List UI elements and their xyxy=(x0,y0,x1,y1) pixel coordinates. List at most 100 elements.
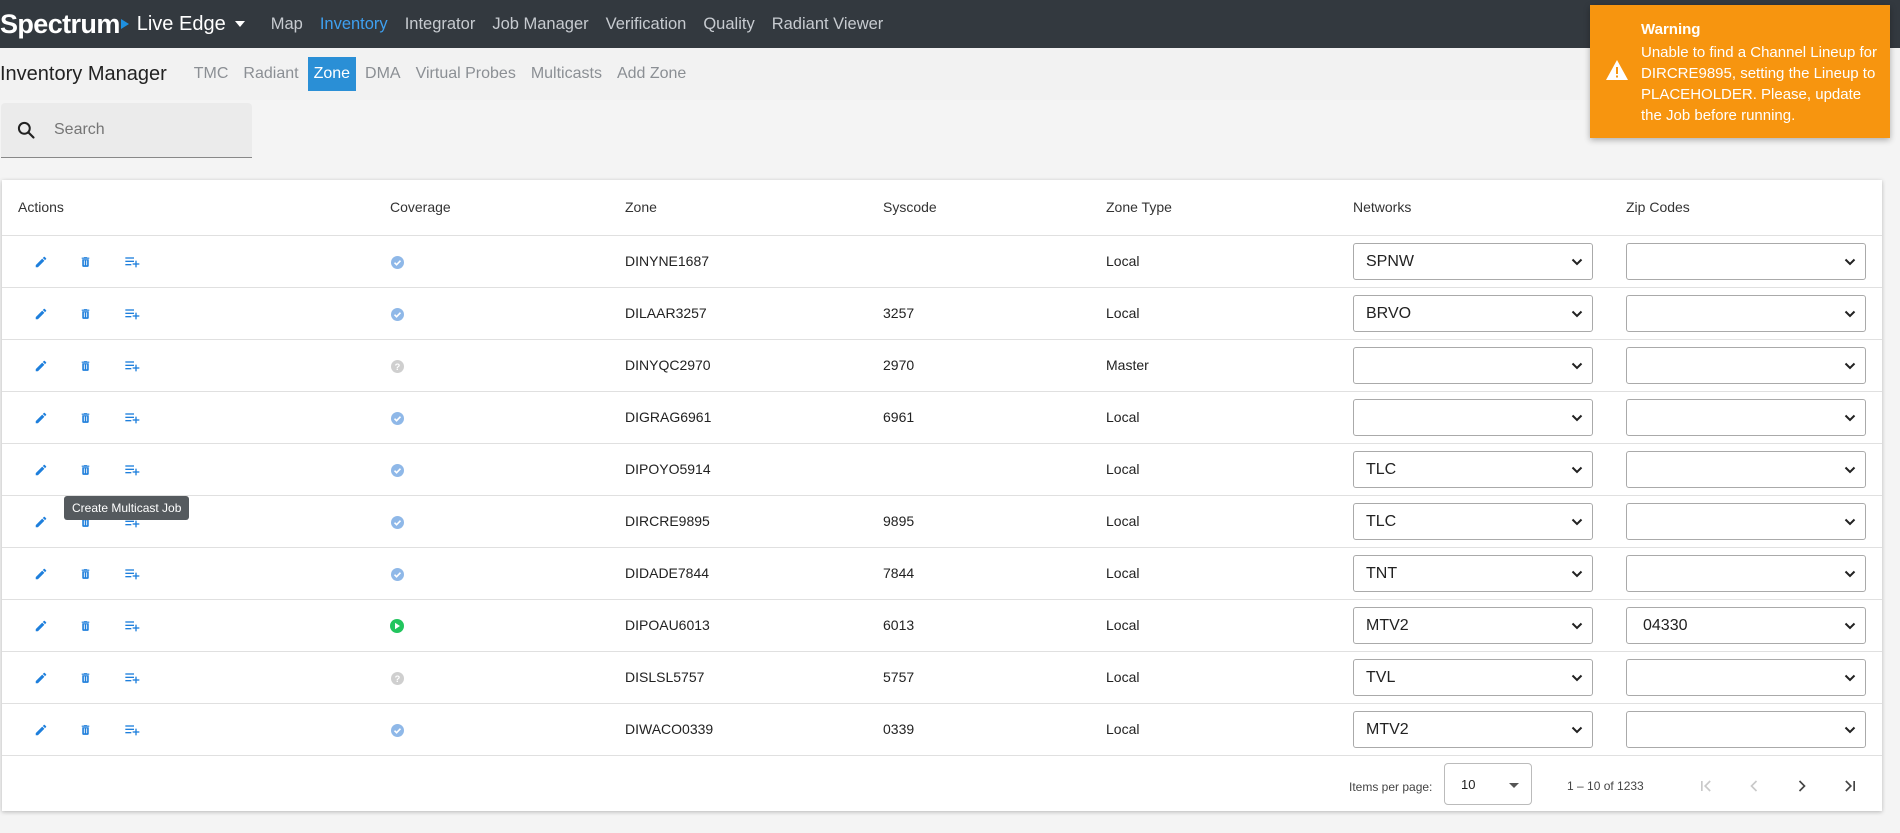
create-multicast-job-button[interactable] xyxy=(121,719,143,741)
edit-button[interactable] xyxy=(30,303,52,325)
zip-codes-select[interactable] xyxy=(1626,399,1866,436)
toast-message: Unable to find a Channel Lineup for DIRC… xyxy=(1641,44,1878,124)
edit-icon xyxy=(35,724,47,736)
zip-codes-select[interactable] xyxy=(1626,347,1866,384)
edit-button[interactable] xyxy=(30,251,52,273)
previous-page-button[interactable] xyxy=(1740,772,1768,800)
zip-codes-select[interactable] xyxy=(1626,555,1866,592)
nav-quality[interactable]: Quality xyxy=(703,15,754,34)
tab-radiant[interactable]: Radiant xyxy=(237,57,304,91)
edit-button[interactable] xyxy=(30,511,52,533)
edit-button[interactable] xyxy=(30,667,52,689)
header-syscode[interactable]: Syscode xyxy=(883,199,937,215)
create-multicast-job-button[interactable] xyxy=(121,563,143,585)
brand[interactable]: Spectrum Live Edge xyxy=(0,0,271,48)
networks-select[interactable] xyxy=(1353,399,1593,436)
networks-select[interactable]: TLC xyxy=(1353,503,1593,540)
delete-button[interactable] xyxy=(74,251,96,273)
coverage-status xyxy=(389,566,405,582)
nav-map[interactable]: Map xyxy=(271,15,303,34)
playlist-add-icon xyxy=(125,621,140,632)
create-multicast-job-button[interactable] xyxy=(121,303,143,325)
zip-codes-select[interactable] xyxy=(1626,503,1866,540)
last-page-button[interactable] xyxy=(1836,772,1864,800)
delete-button[interactable] xyxy=(74,303,96,325)
delete-button[interactable] xyxy=(74,667,96,689)
nav-job-manager[interactable]: Job Manager xyxy=(492,15,588,34)
networks-select[interactable]: MTV2 xyxy=(1353,607,1593,644)
warning-toast[interactable]: Warning Unable to find a Channel Lineup … xyxy=(1590,5,1890,138)
svg-text:?: ? xyxy=(394,673,400,683)
networks-select[interactable]: MTV2 xyxy=(1353,711,1593,748)
nav-integrator[interactable]: Integrator xyxy=(405,15,476,34)
nav-verification[interactable]: Verification xyxy=(606,15,687,34)
edit-button[interactable] xyxy=(30,407,52,429)
header-zone[interactable]: Zone xyxy=(625,199,657,215)
edit-button[interactable] xyxy=(30,563,52,585)
trash-icon xyxy=(81,725,89,735)
create-multicast-job-button[interactable] xyxy=(121,667,143,689)
create-multicast-job-button[interactable] xyxy=(121,407,143,429)
zip-codes-select[interactable] xyxy=(1626,711,1866,748)
create-multicast-job-button[interactable] xyxy=(121,251,143,273)
zip-codes-select[interactable] xyxy=(1626,243,1866,280)
nav-radiant-viewer[interactable]: Radiant Viewer xyxy=(772,15,884,34)
zone-cell: DIPOYO5914 xyxy=(625,461,711,477)
networks-select[interactable]: TVL xyxy=(1353,659,1593,696)
items-per-page-select[interactable]: 10 xyxy=(1444,763,1532,805)
delete-button[interactable] xyxy=(74,459,96,481)
zone-table: Actions Coverage Zone Syscode Zone Type … xyxy=(2,180,1882,811)
delete-button[interactable] xyxy=(74,719,96,741)
networks-select[interactable]: BRVO xyxy=(1353,295,1593,332)
networks-select[interactable]: TLC xyxy=(1353,451,1593,488)
create-multicast-job-button[interactable] xyxy=(121,615,143,637)
create-multicast-job-button[interactable] xyxy=(121,459,143,481)
delete-button[interactable] xyxy=(74,615,96,637)
networks-select[interactable]: SPNW xyxy=(1353,243,1593,280)
table-row: DIGRAG6961 6961 Local xyxy=(2,392,1882,444)
chevron-down-icon xyxy=(1571,414,1583,422)
first-page-icon xyxy=(1701,780,1711,792)
page-title: Inventory Manager xyxy=(0,62,167,85)
nav-inventory[interactable]: Inventory xyxy=(320,15,388,34)
networks-select[interactable]: TNT xyxy=(1353,555,1593,592)
header-zone-type[interactable]: Zone Type xyxy=(1106,199,1172,215)
zone-type-cell: Local xyxy=(1106,409,1140,425)
chevron-down-icon xyxy=(1571,518,1583,526)
page-range: 1 – 10 of 1233 xyxy=(1567,779,1644,793)
networks-value: TLC xyxy=(1366,512,1397,530)
networks-select[interactable] xyxy=(1353,347,1593,384)
edit-button[interactable] xyxy=(30,355,52,377)
first-page-button[interactable] xyxy=(1692,772,1720,800)
delete-button[interactable] xyxy=(74,407,96,429)
tab-multicasts[interactable]: Multicasts xyxy=(525,57,608,91)
coverage-status xyxy=(389,410,405,426)
delete-button[interactable] xyxy=(74,355,96,377)
tab-dma[interactable]: DMA xyxy=(359,57,407,91)
coverage-unknown-icon: ? xyxy=(390,359,404,373)
syscode-cell: 6961 xyxy=(883,409,915,425)
zone-type-cell: Local xyxy=(1106,305,1140,321)
edit-button[interactable] xyxy=(30,719,52,741)
zip-codes-select[interactable] xyxy=(1626,451,1866,488)
coverage-verified-icon xyxy=(390,463,404,477)
edit-icon xyxy=(35,568,47,580)
zip-codes-select[interactable] xyxy=(1626,659,1866,696)
create-multicast-job-button[interactable] xyxy=(121,355,143,377)
header-zip-codes: Zip Codes xyxy=(1626,199,1690,215)
zip-codes-select[interactable] xyxy=(1626,295,1866,332)
edit-icon xyxy=(35,516,47,528)
edit-button[interactable] xyxy=(30,459,52,481)
search-input[interactable] xyxy=(54,121,224,139)
zone-cell: DINYQC2970 xyxy=(625,357,711,373)
tab-tmc[interactable]: TMC xyxy=(188,57,235,91)
tab-add-zone[interactable]: Add Zone xyxy=(611,57,692,91)
tab-zone[interactable]: Zone xyxy=(307,57,357,91)
header-coverage[interactable]: Coverage xyxy=(390,199,451,215)
edit-button[interactable] xyxy=(30,615,52,637)
delete-button[interactable] xyxy=(74,563,96,585)
tab-virtual-probes[interactable]: Virtual Probes xyxy=(410,57,522,91)
product-dropdown-icon[interactable] xyxy=(234,21,245,27)
next-page-button[interactable] xyxy=(1788,772,1816,800)
zip-codes-select[interactable]: 04330 xyxy=(1626,607,1866,644)
